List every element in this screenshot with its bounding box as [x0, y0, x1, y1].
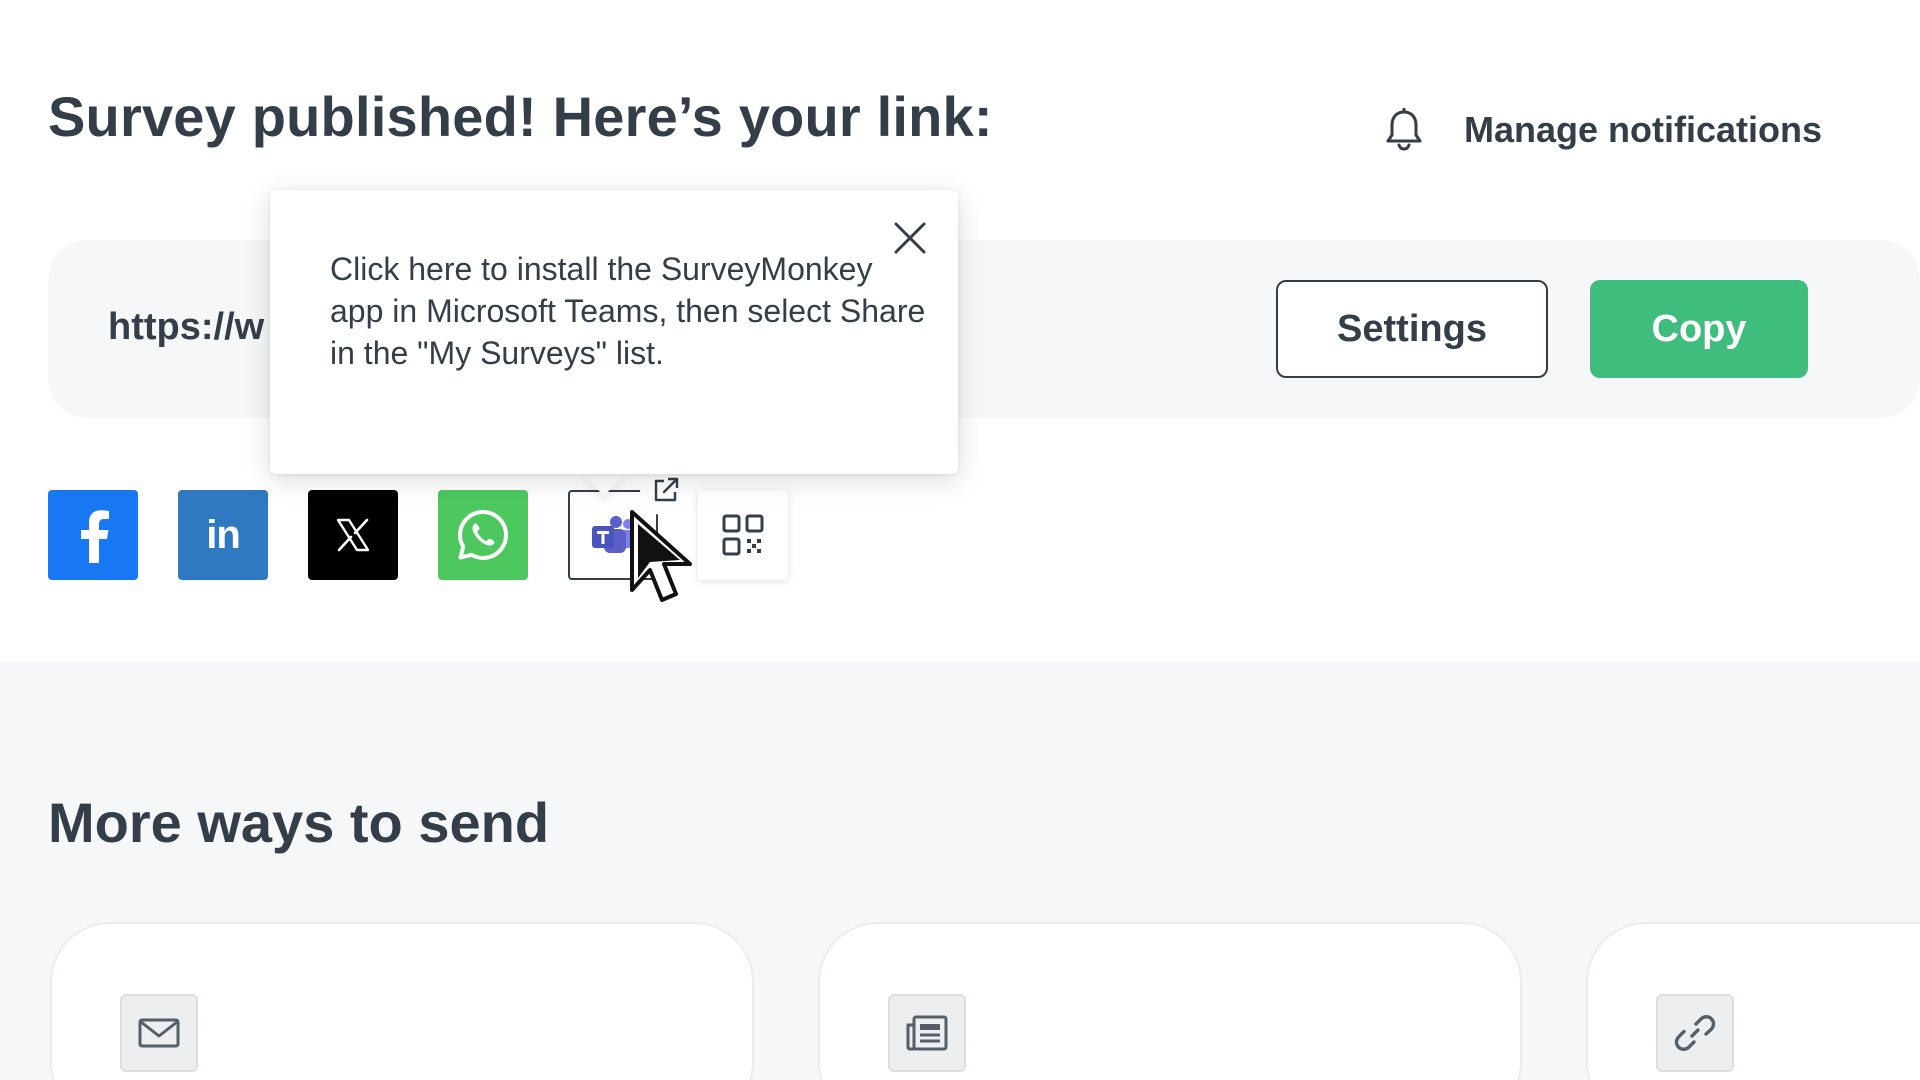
settings-button[interactable]: Settings [1276, 280, 1548, 378]
send-option-card-link[interactable] [1586, 922, 1920, 1080]
external-link-icon [654, 477, 679, 502]
share-linkedin-button[interactable]: in [178, 490, 268, 580]
linkedin-icon: in [206, 512, 241, 557]
manage-notifications-link[interactable]: Manage notifications [1380, 100, 1822, 160]
manage-notifications-label: Manage notifications [1464, 109, 1823, 150]
share-x-button[interactable] [308, 490, 398, 580]
qr-code-icon [722, 514, 764, 556]
close-icon [894, 222, 926, 254]
tooltip-message: Click here to install the SurveyMonkey a… [330, 251, 926, 371]
teams-install-tooltip: Click here to install the SurveyMonkey a… [270, 190, 958, 474]
more-ways-section: More ways to send [0, 662, 1920, 1080]
share-page: Survey published! Here’s your link: Mana… [0, 0, 1920, 1080]
facebook-icon [81, 510, 109, 563]
survey-link-url[interactable]: https://w [108, 306, 264, 349]
mail-icon [120, 994, 198, 1072]
send-option-card-email[interactable] [50, 922, 754, 1080]
send-option-card-web[interactable] [818, 922, 1522, 1080]
share-whatsapp-button[interactable] [438, 490, 528, 580]
page-title: Survey published! Here’s your link: [48, 85, 993, 148]
copy-button[interactable]: Copy [1590, 280, 1808, 378]
web-form-icon [888, 994, 966, 1072]
whatsapp-icon [458, 510, 508, 560]
section-title: More ways to send [48, 791, 550, 854]
x-icon [336, 518, 370, 552]
link-icon [1656, 994, 1734, 1072]
share-qr-code-button[interactable] [698, 490, 788, 580]
bell-icon [1380, 106, 1428, 154]
microsoft-teams-icon [592, 516, 634, 553]
close-tooltip-button[interactable] [888, 216, 932, 260]
share-facebook-button[interactable] [48, 490, 138, 580]
publish-section: Survey published! Here’s your link: Mana… [0, 0, 1920, 662]
